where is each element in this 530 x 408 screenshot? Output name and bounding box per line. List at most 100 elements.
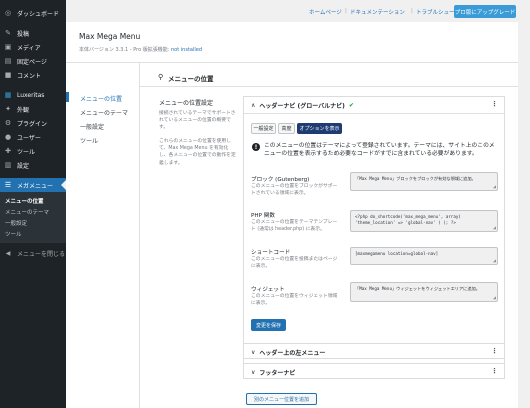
add-menu-location-button[interactable]: 別のメニュー位置を追加 xyxy=(246,393,317,405)
settings-description: 接続されているテーマでサポートされているメニューの位置の概要です。 xyxy=(159,111,236,131)
block-code-field[interactable]: 「Max Mega Menu」ブロックをブロックが有効な領域に追加。 ◢ xyxy=(350,172,498,191)
shortcode-row-desc: このメニューの位置を投稿またはページに表示。 xyxy=(251,257,338,269)
active-tab-indicator xyxy=(66,92,69,102)
location-title: ヘッダーナビ (グローバルナビ) xyxy=(259,102,345,110)
resize-grip-icon[interactable]: ◢ xyxy=(493,184,496,190)
sidebar-item-pages[interactable]: ▤ 固定ページ xyxy=(0,54,66,68)
subtab-display-options[interactable]: オプションを表示 xyxy=(297,123,342,134)
sidebar-item-settings[interactable]: ▥ 設定 xyxy=(0,158,66,172)
help-bar: ホームページ | ドキュメンテーション | トラブルシューティング プロ版にアッ… xyxy=(66,0,530,22)
plugin-icon: ⚙ xyxy=(4,119,12,127)
resize-grip-icon[interactable]: ◢ xyxy=(493,225,496,231)
sidebar-item-label: 設定 xyxy=(17,162,30,170)
block-row-desc: このメニューの位置をブロックがサポートされている領域に表示。 xyxy=(251,184,338,196)
help-separator: | xyxy=(411,8,413,14)
submenu-item-general[interactable]: 一般設定 xyxy=(0,217,66,228)
location-header-nav: ∧ ヘッダーナビ (グローバルナビ) ✔ ⋮ 一般設定 高度 オプションを表示 … xyxy=(243,96,505,372)
widget-row-desc: このメニューの位置をウィジェット領域に表示。 xyxy=(251,294,338,306)
tools-icon: ✚ xyxy=(5,147,11,155)
tab-menu-themes[interactable]: メニューのテーマ xyxy=(80,108,128,117)
collapse-icon: ◀ xyxy=(5,249,11,257)
sidebar-item-label: 投稿 xyxy=(17,30,30,38)
location-upper-left-menu[interactable]: ∨ ヘッダー上の左メニュー ⋮ xyxy=(243,343,505,359)
scrollbar[interactable] xyxy=(518,0,530,408)
upgrade-button[interactable]: プロ版にアップグレード xyxy=(454,5,516,18)
info-icon: ! xyxy=(252,143,260,151)
location-pin-icon: ⚲ xyxy=(158,73,164,81)
submenu-item-themes[interactable]: メニューのテーマ xyxy=(0,206,66,217)
widget-code-field[interactable]: 「Max Mega Menu」ウィジェットをウィジェットエリアに追加。 ◢ xyxy=(350,282,498,302)
submenu-item-locations[interactable]: メニューの位置 xyxy=(0,195,66,206)
tab-menu-locations[interactable]: メニューの位置 xyxy=(80,94,122,103)
resize-grip-icon[interactable]: ◢ xyxy=(493,258,496,264)
save-changes-button[interactable]: 変更を保存 xyxy=(251,319,286,331)
tab-general-settings[interactable]: 一般設定 xyxy=(80,122,104,131)
sidebar-item-plugins[interactable]: ⚙ プラグイン xyxy=(0,116,66,130)
location-title: フッターナビ xyxy=(259,369,296,377)
appearance-icon: ✦ xyxy=(5,105,11,113)
sidebar-item-label: ユーザー xyxy=(17,134,41,142)
kebab-menu-icon[interactable]: ⋮ xyxy=(491,100,498,108)
plugin-version: 本体バージョン 3.3.1 - Pro 版拡張機能: not installed xyxy=(79,46,202,53)
sidebar-item-label: Luxeritas xyxy=(17,91,45,99)
dashboard-icon: ◎ xyxy=(4,9,12,17)
shortcode-code-text: [maxmegamenu location=global-nav] xyxy=(355,251,439,256)
sidebar-item-label: プラグイン xyxy=(17,120,48,128)
sidebar-item-luxeritas[interactable]: ▦ Luxeritas xyxy=(0,88,66,102)
location-body: 一般設定 高度 オプションを表示 ! このメニューの位置はテーマによって登録され… xyxy=(244,113,504,371)
megamenu-submenu: メニューの位置 メニューのテーマ 一般設定 ツール xyxy=(0,192,66,243)
sidebar-item-label: ダッシュボード xyxy=(17,10,60,18)
sidebar-item-dashboard[interactable]: ◎ ダッシュボード xyxy=(0,6,66,20)
kebab-menu-icon[interactable]: ⋮ xyxy=(491,367,498,375)
tab-tools[interactable]: ツール xyxy=(80,136,98,145)
location-header[interactable]: ∧ ヘッダーナビ (グローバルナビ) ✔ ⋮ xyxy=(244,97,504,113)
shortcode-row-title: ショートコード xyxy=(251,250,291,256)
plugin-title: Max Mega Menu xyxy=(79,32,141,41)
php-row-title: PHP 関数 xyxy=(251,213,275,219)
php-code-text: <?php do_shortcode('max_mega_menu', arra… xyxy=(355,214,461,225)
shortcode-code-field[interactable]: [maxmegamenu location=global-nav] ◢ xyxy=(350,247,498,265)
sidebar-item-posts[interactable]: ✎ 投稿 xyxy=(0,26,66,40)
comment-icon: ■ xyxy=(4,71,12,79)
resize-grip-icon[interactable]: ◢ xyxy=(493,295,496,301)
sidebar-item-users[interactable]: ● ユーザー xyxy=(0,130,66,144)
sidebar-item-media[interactable]: ▣ メディア xyxy=(0,40,66,54)
sidebar-item-label: メディア xyxy=(17,44,41,52)
section-title: メニューの位置 xyxy=(168,75,214,83)
php-row-desc: このメニューの位置をテーマテンプレート (通常は header.php) に表示… xyxy=(251,220,338,232)
user-icon: ● xyxy=(4,133,12,141)
megamenu-icon: ☰ xyxy=(4,181,12,189)
theme-icon: ▦ xyxy=(4,91,12,99)
sidebar-item-label: ツール xyxy=(17,148,36,156)
sidebar-item-comments[interactable]: ■ コメント xyxy=(0,68,66,82)
widget-code-text: 「Max Mega Menu」ウィジェットをウィジェットエリアに追加。 xyxy=(355,286,480,291)
location-header[interactable]: ∨ フッターナビ ⋮ xyxy=(244,364,504,380)
submenu-item-tools[interactable]: ツール xyxy=(0,228,66,239)
chevron-down-icon: ∨ xyxy=(251,348,256,356)
php-code-field[interactable]: <?php do_shortcode('max_mega_menu', arra… xyxy=(350,210,498,232)
collapse-menu-label: メニューを閉じる xyxy=(17,250,66,258)
sidebar-item-megamenu[interactable]: ☰ メガメニュー xyxy=(0,178,66,192)
sidebar-item-appearance[interactable]: ✦ 外観 xyxy=(0,102,66,116)
sidebar-item-label: コメント xyxy=(17,72,42,80)
subtab-advanced[interactable]: 高度 xyxy=(278,123,295,134)
media-icon: ▣ xyxy=(4,43,12,51)
homepage-link[interactable]: ホームページ xyxy=(309,8,342,16)
pin-icon: ✎ xyxy=(5,29,11,37)
settings-icon: ▥ xyxy=(4,161,12,169)
sidebar-item-tools[interactable]: ✚ ツール xyxy=(0,144,66,158)
subtab-general[interactable]: 一般設定 xyxy=(251,123,276,134)
settings-panel: Max Mega Menu 本体バージョン 3.3.1 - Pro 版拡張機能:… xyxy=(66,22,518,408)
widget-row-title: ウィジェット xyxy=(251,287,285,293)
location-title: ヘッダー上の左メニュー xyxy=(259,349,326,357)
documentation-link[interactable]: ドキュメンテーション xyxy=(350,8,405,16)
location-header[interactable]: ∨ ヘッダー上の左メニュー ⋮ xyxy=(244,344,504,360)
location-footer-nav[interactable]: ∨ フッターナビ ⋮ xyxy=(243,363,505,379)
sidebar-item-label: メガメニュー xyxy=(17,182,54,190)
page-icon: ▤ xyxy=(4,57,12,65)
sidebar-item-label: 外観 xyxy=(17,106,30,114)
pro-not-installed-link[interactable]: not installed xyxy=(171,47,202,53)
settings-description-2: これらのメニューの位置を使用して、Max Mega Menu を有効化し、各メニ… xyxy=(159,139,236,166)
kebab-menu-icon[interactable]: ⋮ xyxy=(491,347,498,355)
collapse-menu-button[interactable]: ◀ メニューを閉じる xyxy=(0,246,66,260)
